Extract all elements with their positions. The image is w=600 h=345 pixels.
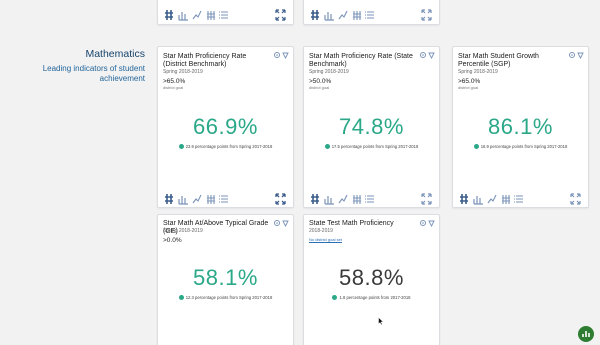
up-arrow-icon xyxy=(178,294,184,300)
top-card-2 xyxy=(303,0,440,25)
list-icon[interactable] xyxy=(364,193,374,205)
card-goal: >50.0% xyxy=(309,78,332,85)
kpi-card-typical-grade[interactable]: Star Math At/Above Typical Grade (GE) Sp… xyxy=(157,214,294,345)
card-value: 58.8% xyxy=(339,265,404,290)
no-goal-link[interactable]: No district goal set xyxy=(309,237,342,242)
card-value: 74.8% xyxy=(339,114,404,139)
mouse-cursor-icon xyxy=(378,317,384,325)
section-subtitle: Leading indicators of student achievemen… xyxy=(42,64,145,83)
card-toolbar xyxy=(304,193,439,207)
line-chart-icon[interactable] xyxy=(192,9,202,21)
card-goal: >65.0% xyxy=(458,78,481,85)
card-value: 58.1% xyxy=(193,265,258,290)
expand-icon[interactable] xyxy=(570,193,581,205)
kpi-card-sgp[interactable]: Star Math Student Growth Percentile (SGP… xyxy=(452,46,589,208)
change-text: 16.9 percentage points from Spring 2017-… xyxy=(480,144,568,149)
card-title: Star Math Proficiency Rate (State Benchm… xyxy=(309,53,413,68)
card-change: 1.8 percentage points from 2017-2018 xyxy=(304,294,439,301)
stacked-bar-icon[interactable] xyxy=(206,9,216,21)
up-arrow-icon xyxy=(473,143,479,149)
card-settings-icons[interactable] xyxy=(419,51,435,59)
change-text: 23.9 percentage points from Spring 2017-… xyxy=(185,144,273,149)
kpi-card-proficiency-state[interactable]: Star Math Proficiency Rate (State Benchm… xyxy=(303,46,440,208)
top-card-1 xyxy=(157,0,294,25)
expand-icon[interactable] xyxy=(421,193,432,205)
expand-icon[interactable] xyxy=(275,193,286,205)
bar-chart-icon[interactable] xyxy=(178,9,188,21)
line-chart-icon[interactable] xyxy=(487,193,497,205)
hash-icon[interactable] xyxy=(310,9,320,21)
card-period: 2018-2019 xyxy=(309,228,333,234)
card-value: 86.1% xyxy=(488,114,553,139)
card-change: 12.3 percentage points from Spring 2017-… xyxy=(158,294,293,301)
card-value: 66.9% xyxy=(193,114,258,139)
bar-chart-icon[interactable] xyxy=(324,9,334,21)
bar-chart-icon[interactable] xyxy=(324,193,334,205)
up-arrow-icon xyxy=(324,143,330,149)
card-goal-note: district goal xyxy=(458,85,479,90)
card-settings-icons[interactable] xyxy=(273,219,289,227)
card-period: Spring 2018-2019 xyxy=(458,69,498,75)
hash-icon[interactable] xyxy=(164,193,174,205)
card-settings-icons[interactable] xyxy=(568,51,584,59)
kpi-card-state-test[interactable]: State Test Math Proficiency 2018-2019 No… xyxy=(303,214,440,345)
card-change: 23.9 percentage points from Spring 2017-… xyxy=(158,143,293,150)
dashboard-app-icon[interactable] xyxy=(578,326,594,342)
list-icon[interactable] xyxy=(513,193,523,205)
card-change: 16.9 percentage points from Spring 2017-… xyxy=(453,143,588,150)
line-chart-icon[interactable] xyxy=(192,193,202,205)
kpi-card-proficiency-district[interactable]: Star Math Proficiency Rate (District Ben… xyxy=(157,46,294,208)
change-text: 17.5 percentage points from Spring 2017-… xyxy=(331,144,419,149)
card-title: State Test Math Proficiency xyxy=(309,220,394,227)
card-period: Spring 2018-2019 xyxy=(163,228,203,234)
stacked-bar-icon[interactable] xyxy=(352,193,362,205)
card-toolbar xyxy=(158,9,293,23)
section-title: Mathematics xyxy=(85,48,145,60)
card-toolbar xyxy=(304,9,439,23)
card-toolbar xyxy=(158,193,293,207)
line-chart-icon[interactable] xyxy=(338,193,348,205)
stacked-bar-icon[interactable] xyxy=(206,193,216,205)
hash-icon[interactable] xyxy=(459,193,469,205)
card-title: Star Math Proficiency Rate (District Ben… xyxy=(163,53,247,68)
card-title: Star Math Student Growth Percentile (SGP… xyxy=(458,53,539,68)
bar-chart-icon[interactable] xyxy=(473,193,483,205)
hash-icon[interactable] xyxy=(164,9,174,21)
card-goal-note: district goal xyxy=(309,85,330,90)
up-arrow-icon xyxy=(332,294,338,300)
card-goal: >65.0% xyxy=(163,78,186,85)
list-icon[interactable] xyxy=(364,9,374,21)
expand-icon[interactable] xyxy=(421,9,432,21)
card-change: 17.5 percentage points from Spring 2017-… xyxy=(304,143,439,150)
card-period: Spring 2018-2019 xyxy=(163,69,203,75)
bar-chart-icon[interactable] xyxy=(178,193,188,205)
card-period: Spring 2018-2019 xyxy=(309,69,349,75)
stacked-bar-icon[interactable] xyxy=(352,9,362,21)
card-goal-note: district goal xyxy=(163,85,184,90)
card-settings-icons[interactable] xyxy=(273,51,289,59)
expand-icon[interactable] xyxy=(275,9,286,21)
change-text: 1.8 percentage points from 2017-2018 xyxy=(339,295,411,300)
stacked-bar-icon[interactable] xyxy=(501,193,511,205)
list-icon[interactable] xyxy=(218,9,228,21)
up-arrow-icon xyxy=(178,143,184,149)
card-goal: >0.0% xyxy=(163,237,182,244)
line-chart-icon[interactable] xyxy=(338,9,348,21)
change-text: 12.3 percentage points from Spring 2017-… xyxy=(185,295,273,300)
list-icon[interactable] xyxy=(218,193,228,205)
card-toolbar xyxy=(453,193,588,207)
hash-icon[interactable] xyxy=(310,193,320,205)
card-settings-icons[interactable] xyxy=(419,219,435,227)
